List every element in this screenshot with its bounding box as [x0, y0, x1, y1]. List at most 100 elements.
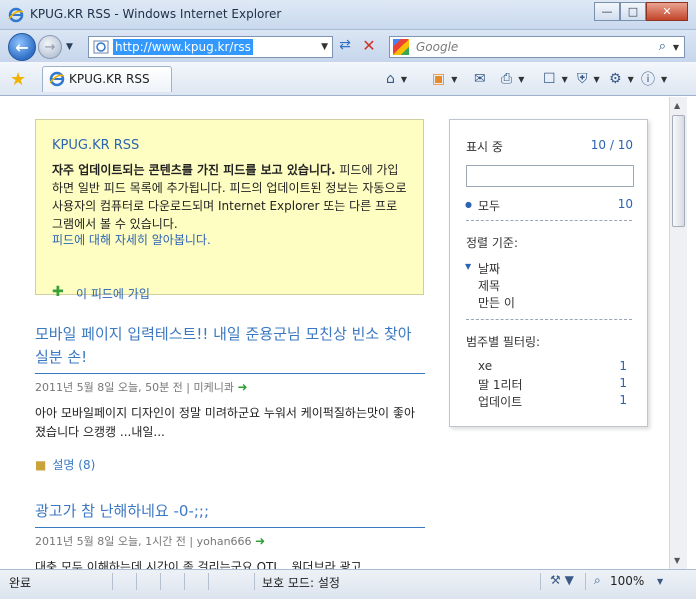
showing-count: 10 / 10	[590, 138, 633, 152]
wrench-icon[interactable]: ⚒ ▼	[550, 573, 574, 587]
zoom-dropdown-icon[interactable]: ▼	[657, 577, 663, 586]
category-ttam[interactable]: 딸 1리터	[478, 376, 523, 393]
mail-icon: ✉	[474, 71, 486, 87]
safety-button[interactable]: ⛨ ▼	[577, 70, 600, 88]
address-field[interactable]: http://www.kpug.kr/rss ▼	[88, 36, 333, 58]
post-meta: 2011년 5월 8일 오늘, 1시간 전 | yohan666 ➜	[35, 533, 425, 549]
filter-all-count: 10	[617, 197, 633, 211]
feed-info-box: KPUG.KR RSS 자주 업데이트되는 콘텐츠를 가진 피드를 보고 있습니…	[35, 119, 424, 301]
feed-content: KPUG.KR RSS 자주 업데이트되는 콘텐츠를 가진 피드를 보고 있습니…	[8, 97, 677, 569]
category-filter-label: 범주별 필터링:	[466, 335, 541, 349]
category-update[interactable]: 업데이트	[478, 393, 522, 410]
status-text: 완료	[9, 576, 32, 590]
status-bar: 완료 보호 모드: 설정 ⚒ ▼ ⌕ 100% ▼	[0, 569, 696, 599]
post-title-link[interactable]: 모바일 페이지 입력테스트!! 내일 준용군님 모친상 빈소 찾아실분 손!	[35, 323, 425, 369]
post-title-link[interactable]: 광고가 참 난해하네요 -0-;;;	[35, 500, 425, 523]
home-icon: ⌂	[386, 71, 395, 87]
forward-button[interactable]: →	[38, 35, 62, 59]
zoom-level[interactable]: 100%	[610, 574, 644, 588]
page-menu-icon: ☐	[543, 71, 556, 87]
filter-panel: 표시 중 10 / 10 ● 모두 10 정렬 기준: ▼ 날짜 제목 만든 이…	[449, 119, 648, 427]
scroll-up-icon[interactable]: ▲	[674, 101, 680, 110]
selected-dot-icon: ●	[465, 200, 472, 209]
window-title: KPUG.KR RSS - Windows Internet Explorer	[30, 7, 282, 21]
post-meta: 2011년 5월 8일 오늘, 50분 전 | 미케니콰 ➜	[35, 379, 425, 395]
learn-more-link[interactable]: 피드에 대해 자세히 알아봅니다.	[52, 231, 211, 248]
search-field[interactable]: Google ⌕ ▼	[389, 36, 685, 58]
sort-label: 정렬 기준:	[466, 236, 519, 250]
post-comments-link[interactable]: ■ 설명 (8)	[35, 456, 425, 473]
feeds-button[interactable]: ▣ ▼	[432, 70, 457, 88]
arrow-right-icon: →	[44, 39, 56, 55]
favorites-star-icon[interactable]: ★	[10, 69, 26, 90]
feed-description: 자주 업데이트되는 콘텐츠를 가진 피드를 보고 있습니다. 피드에 가입하면 …	[52, 161, 407, 233]
chevron-down-icon: ▼	[400, 74, 408, 84]
tab-label: KPUG.KR RSS	[69, 72, 150, 86]
zoom-icon[interactable]: ⌕	[594, 573, 601, 588]
gear-icon: ⚙	[609, 71, 622, 87]
address-dropdown[interactable]: ▼	[321, 42, 328, 52]
feed-item: 모바일 페이지 입력테스트!! 내일 준용군님 모친상 빈소 찾아실분 손! 2…	[35, 323, 425, 473]
feed-title: KPUG.KR RSS	[52, 138, 140, 153]
chevron-down-icon: ▼	[561, 74, 568, 84]
category-count: 1	[619, 393, 627, 407]
recent-pages-dropdown[interactable]: ▼	[66, 42, 73, 52]
post-summary: 아아 모바일페이지 디자인이 정말 미려하군요 누워서 케이퍽질하는맛이 좋아졌…	[35, 406, 415, 439]
sort-by-title[interactable]: 제목	[478, 277, 500, 294]
go-arrow-icon[interactable]: ➜	[255, 534, 265, 548]
sort-arrow-icon: ▼	[465, 262, 472, 271]
chevron-down-icon: ▼	[661, 74, 668, 84]
search-icon[interactable]: ⌕	[659, 39, 666, 54]
printer-icon: ⎙	[501, 71, 513, 87]
mail-button[interactable]: ✉	[474, 70, 486, 88]
divider	[466, 319, 632, 320]
showing-label: 표시 중	[466, 140, 503, 154]
post-date-author: 2011년 5월 8일 오늘, 1시간 전 | yohan666	[35, 535, 252, 548]
category-xe[interactable]: xe	[478, 359, 492, 373]
post-divider	[35, 373, 425, 374]
scroll-down-icon[interactable]: ▼	[674, 556, 680, 565]
comment-bubble-icon: ■	[35, 458, 47, 472]
minimize-button[interactable]: —	[594, 2, 620, 21]
page-button[interactable]: ☐ ▼	[543, 70, 568, 88]
address-toolbar: ← → ▼ http://www.kpug.kr/rss ▼ ⇄ ✕ Googl…	[0, 30, 696, 62]
address-url[interactable]: http://www.kpug.kr/rss	[113, 39, 253, 55]
back-button[interactable]: ←	[8, 33, 36, 61]
home-button[interactable]: ⌂ ▼	[386, 70, 407, 88]
ie-page-icon	[49, 71, 65, 87]
maximize-button[interactable]: □	[620, 2, 646, 21]
search-dropdown[interactable]: ▼	[673, 43, 679, 52]
refresh-button[interactable]: ⇄	[335, 37, 355, 57]
rss-icon: ▣	[432, 71, 446, 87]
ie-logo-icon	[8, 7, 24, 23]
chevron-down-icon: ▼	[593, 74, 600, 84]
subscribe-link[interactable]: 이 피드에 가입	[76, 285, 150, 302]
close-window-button[interactable]: ✕	[646, 2, 688, 21]
category-count: 1	[619, 376, 627, 390]
sort-by-author[interactable]: 만든 이	[478, 294, 515, 311]
post-divider	[35, 527, 425, 528]
search-placeholder: Google	[416, 40, 459, 54]
tab-kpug-rss[interactable]: KPUG.KR RSS	[42, 66, 172, 92]
print-button[interactable]: ⎙ ▼	[501, 70, 524, 88]
filter-all[interactable]: 모두	[478, 197, 500, 214]
protected-mode-status[interactable]: 보호 모드: 설정	[262, 574, 340, 591]
subscribe-plus-icon[interactable]: ✚	[52, 284, 64, 300]
stop-button[interactable]: ✕	[359, 36, 379, 56]
vertical-scrollbar[interactable]: ▲ ▼	[669, 97, 687, 569]
feed-item: 광고가 참 난해하네요 -0-;;; 2011년 5월 8일 오늘, 1시간 전…	[35, 500, 425, 569]
category-count: 1	[619, 359, 627, 373]
tools-button[interactable]: ⚙ ▼	[609, 70, 634, 88]
filter-search-input[interactable]	[466, 165, 634, 187]
go-arrow-icon[interactable]: ➜	[238, 380, 248, 394]
divider	[466, 220, 632, 221]
arrow-left-icon: ←	[15, 37, 29, 57]
help-button[interactable]: ⓘ ▼	[641, 70, 667, 88]
post-summary: 대충 모두 이해하는데 시간이 좀 걸리는군요 OTL.. 원더브라 광고	[35, 560, 362, 569]
shield-icon: ⛨	[577, 71, 588, 87]
chevron-down-icon: ▼	[627, 74, 634, 84]
chevron-down-icon: ▼	[518, 74, 525, 84]
page-icon	[93, 40, 109, 54]
sort-by-date[interactable]: 날짜	[478, 260, 500, 277]
scrollbar-thumb[interactable]	[672, 115, 685, 227]
